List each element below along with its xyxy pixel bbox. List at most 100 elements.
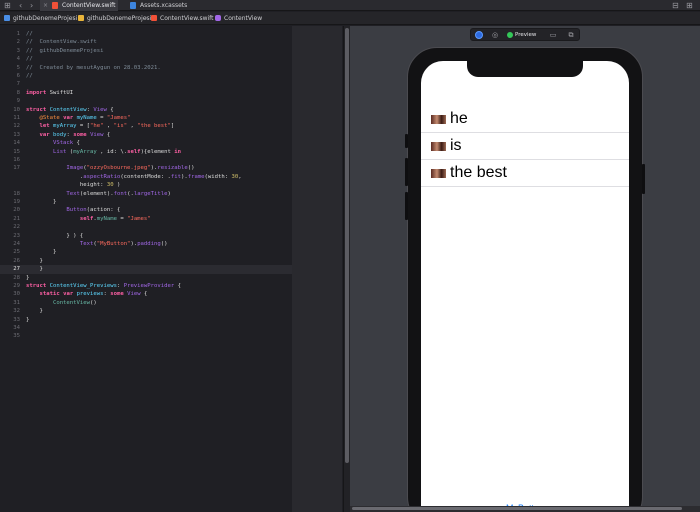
close-tab-icon[interactable]: × [43,0,48,11]
line-number: 25 [13,249,20,256]
code-text[interactable]: .aspectRatio(contentMode: .fit).frame(wi… [26,173,242,181]
breadcrumb-symbol[interactable]: ContentView [215,12,262,25]
code-line[interactable]: 3 // githubDenemeProjesi [0,47,292,55]
code-text[interactable]: List (myArray , id: \.self){element in [26,148,181,156]
code-line[interactable]: 30 static var previews: some View { [0,290,292,298]
code-text[interactable]: Button(action: { [26,206,120,214]
code-text[interactable]: // Created by mesutAygun on 28.03.2021. [26,64,161,72]
code-text[interactable]: Text("MyButton").padding() [26,240,168,248]
canvas-scrollbar[interactable] [350,506,700,512]
code-text[interactable]: ContentView() [26,299,97,307]
code-line[interactable]: 7 [0,80,292,88]
code-text[interactable]: } ) { [26,232,83,240]
code-line[interactable]: 1 // [0,30,292,38]
code-text[interactable]: @State var myName = "James" [26,114,130,122]
code-line[interactable]: height: 30 ) [0,181,292,189]
code-text[interactable]: // [26,55,33,63]
code-line[interactable]: 27 } [0,265,292,274]
code-line[interactable]: 34 [0,324,292,332]
code-text[interactable]: struct ContentView_Previews: PreviewProv… [26,282,181,290]
code-text[interactable]: // githubDenemeProjesi [26,47,103,55]
code-line[interactable]: 9 [0,97,292,105]
code-editor[interactable]: 1 // 2 // ContentView.swift 3 // githubDeneme… [0,26,292,512]
code-text[interactable]: self.myName = "James" [26,215,151,223]
inspect-icon[interactable]: ◎ [491,31,499,39]
code-text[interactable]: // ContentView.swift [26,38,97,46]
line-number: 23 [13,232,20,239]
code-line[interactable]: 8 import SwiftUI [0,89,292,97]
code-line[interactable]: 17 Image("ozzyOsbourne.jpeg").resizable(… [0,164,292,172]
code-text[interactable]: VStack { [26,139,80,147]
code-text[interactable]: } [26,316,29,324]
code-line[interactable]: .aspectRatio(contentMode: .fit).frame(wi… [0,173,292,181]
code-line[interactable]: 31 ContentView() [0,299,292,307]
scrollbar-thumb[interactable] [352,507,682,510]
editor-scrollbar[interactable] [343,26,350,512]
code-line[interactable]: 16 [0,156,292,164]
code-line[interactable]: 26 } [0,257,292,265]
code-line[interactable]: 22 [0,223,292,231]
live-preview-button[interactable] [475,31,483,39]
preview-button[interactable]: Preview [507,30,536,40]
code-text[interactable]: } [26,307,42,315]
list-item[interactable]: he [421,106,629,133]
code-line[interactable]: 5 // Created by mesutAygun on 28.03.2021. [0,64,292,72]
code-line[interactable]: 4 // [0,55,292,63]
code-line[interactable]: 19 } [0,198,292,206]
code-text[interactable]: import SwiftUI [26,89,73,97]
code-text[interactable]: var body: some View { [26,131,110,139]
code-line[interactable]: 23 } ) { [0,232,292,240]
line-number: 9 [16,98,20,105]
code-text[interactable]: } [26,257,42,265]
line-number: 2 [16,39,20,46]
code-line[interactable]: 18 Text(element).font(.largeTitle) [0,190,292,198]
tab-assets-xcassets[interactable]: Assets.xcassets [118,0,200,11]
code-line[interactable]: 20 Button(action: { [0,206,292,214]
code-line[interactable]: 29 struct ContentView_Previews: PreviewPr… [0,282,292,290]
code-line[interactable]: 13 var body: some View { [0,131,292,139]
duplicate-preview-icon[interactable]: ⧉ [567,31,575,39]
code-line[interactable]: 28} [0,274,292,282]
code-line[interactable]: 10 struct ContentView: View { [0,106,292,114]
forward-chevron-icon[interactable]: › [30,1,33,10]
add-editor-icon[interactable]: ⊞ [686,1,693,10]
breadcrumb-file[interactable]: ContentView.swift [151,12,214,25]
split-editor-icon[interactable]: ⊟ [672,1,679,10]
code-text[interactable]: static var previews: some View { [26,290,147,298]
list-item[interactable]: is [421,133,629,160]
code-line[interactable]: 11 @State var myName = "James" [0,114,292,122]
code-text[interactable]: } [26,248,56,256]
device-settings-icon[interactable]: ▭ [549,31,557,39]
code-text[interactable]: // [26,72,33,80]
code-text[interactable]: } [26,198,56,206]
code-line[interactable]: 32 } [0,307,292,315]
tab-contentview-swift[interactable]: × ContentView.swift [40,0,118,11]
line-number: 22 [13,224,20,231]
back-chevron-icon[interactable]: ‹ [19,1,22,10]
breadcrumb-project[interactable]: githubDenemeProjesi [4,12,77,25]
code-line[interactable]: 33} [0,316,292,324]
code-text[interactable]: Text(element).font(.largeTitle) [26,190,170,198]
list-item[interactable]: the best [421,160,629,187]
grid-icon[interactable]: ⊞ [4,1,11,10]
code-text[interactable]: let myArray = ["he" , "is" , "the best"] [26,122,174,130]
code-line[interactable]: 2 // ContentView.swift [0,38,292,46]
code-line[interactable]: 24 Text("MyButton").padding() [0,240,292,248]
code-line[interactable]: 35 [0,332,292,340]
code-line[interactable]: 15 List (myArray , id: \.self){element i… [0,148,292,156]
device-side-button [405,192,408,220]
code-line[interactable]: 25 } [0,248,292,256]
code-line[interactable]: 6 // [0,72,292,80]
struct-symbol-icon [215,15,221,21]
code-text[interactable]: struct ContentView: View { [26,106,114,114]
code-text[interactable]: // [26,30,33,38]
code-line[interactable]: 21 self.myName = "James" [0,215,292,223]
breadcrumb-folder[interactable]: githubDenemeProjesi [78,12,151,25]
code-text[interactable]: Image("ozzyOsbourne.jpeg").resizable() [26,164,194,172]
code-line[interactable]: 14 VStack { [0,139,292,147]
scrollbar-thumb[interactable] [345,28,349,463]
code-text[interactable]: } [26,265,42,273]
code-text[interactable]: } [26,274,29,282]
code-text[interactable]: height: 30 ) [26,181,120,189]
code-line[interactable]: 12 let myArray = ["he" , "is" , "the bes… [0,122,292,130]
